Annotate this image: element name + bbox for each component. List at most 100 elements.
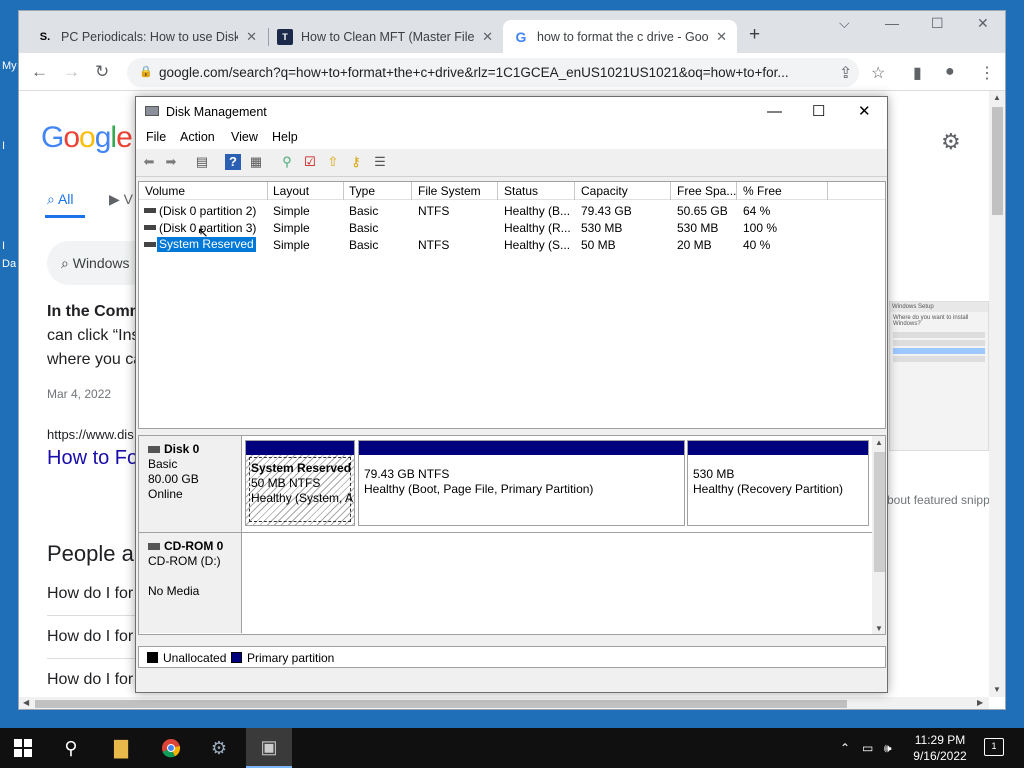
close-tab-icon[interactable]: ✕ bbox=[482, 29, 493, 45]
network-icon[interactable]: ▭ bbox=[862, 728, 873, 768]
page-horizontal-scrollbar[interactable]: ◀ ▶ bbox=[19, 697, 989, 709]
close-tab-icon[interactable]: ✕ bbox=[246, 29, 257, 45]
address-bar[interactable]: 🔒 google.com/search?q=how+to+format+the+… bbox=[127, 58, 859, 87]
question-item[interactable]: How do I for bbox=[47, 628, 133, 646]
scroll-up-icon[interactable]: ▲ bbox=[875, 438, 883, 447]
minimize-button[interactable]: — bbox=[767, 97, 782, 127]
system-clock[interactable]: 11:29 PM 9/16/2022 bbox=[902, 732, 978, 764]
scroll-down-icon[interactable]: ▼ bbox=[993, 685, 1001, 694]
desktop-icon-label[interactable]: I bbox=[2, 240, 5, 252]
menu-file[interactable]: File bbox=[146, 130, 166, 144]
chrome-icon[interactable] bbox=[148, 728, 194, 768]
cdrom-0-label[interactable]: CD-ROM 0 CD-ROM (D:) No Media bbox=[139, 533, 242, 633]
partition-boot[interactable]: 79.43 GB NTFS Healthy (Boot, Page File, … bbox=[358, 440, 685, 526]
settings-gear-icon[interactable]: ⚙ bbox=[941, 129, 961, 155]
result-link[interactable]: How to Fo bbox=[47, 447, 138, 470]
scrollbar-thumb[interactable] bbox=[992, 107, 1003, 215]
volume-row[interactable]: (Disk 0 partition 2) Simple Basic NTFS H… bbox=[139, 202, 885, 219]
column-header[interactable]: Layout bbox=[273, 184, 309, 198]
column-header[interactable]: File System bbox=[418, 184, 481, 198]
browser-tab[interactable]: T How to Clean MFT (Master File T ✕ bbox=[267, 20, 503, 53]
column-divider[interactable] bbox=[670, 182, 671, 200]
share-icon[interactable]: ⇪ bbox=[839, 63, 852, 83]
column-divider[interactable] bbox=[736, 182, 737, 200]
about-featured-snippets-link[interactable]: bout featured snipp bbox=[887, 493, 989, 507]
desktop-icon-label[interactable]: Da bbox=[2, 258, 16, 270]
featured-snippet-image[interactable]: Windows Setup Where do you want to insta… bbox=[889, 301, 989, 451]
partition-recovery[interactable]: 530 MB Healthy (Recovery Partition) bbox=[687, 440, 869, 526]
maximize-button[interactable]: ☐ bbox=[931, 15, 944, 32]
disk-0-label[interactable]: Disk 0 Basic 80.00 GB Online bbox=[139, 436, 242, 532]
tab-videos[interactable]: ▶ V bbox=[109, 191, 133, 208]
question-item[interactable]: How do I for bbox=[47, 585, 133, 603]
column-header[interactable]: Type bbox=[349, 184, 375, 198]
search-icon[interactable]: ⚲ bbox=[48, 728, 94, 768]
desktop-icon-label[interactable]: I bbox=[2, 140, 5, 152]
close-button[interactable]: ✕ bbox=[858, 97, 871, 127]
browser-tab-active[interactable]: G how to format the c drive - Goo ✕ bbox=[503, 20, 737, 53]
column-header[interactable]: Volume bbox=[145, 184, 185, 198]
new-tab-button[interactable]: + bbox=[749, 24, 760, 46]
reload-icon[interactable]: ↻ bbox=[95, 62, 109, 82]
title-bar[interactable]: Disk Management — ☐ ✕ bbox=[136, 97, 887, 127]
minimize-button[interactable]: — bbox=[885, 15, 899, 31]
question-item[interactable]: How do I for bbox=[47, 671, 133, 689]
start-button[interactable] bbox=[0, 728, 46, 768]
close-tab-icon[interactable]: ✕ bbox=[716, 29, 727, 45]
close-window-button[interactable]: ✕ bbox=[977, 15, 989, 32]
scroll-left-icon[interactable]: ◀ bbox=[23, 698, 29, 707]
tab-search-icon[interactable]: ⌵ bbox=[839, 15, 850, 32]
scrollbar-thumb[interactable] bbox=[35, 700, 847, 708]
partition-system-reserved[interactable]: System Reserved 50 MB NTFS Healthy (Syst… bbox=[245, 440, 355, 526]
tab-all[interactable]: ⌕ All bbox=[45, 191, 85, 218]
side-panel-icon[interactable]: ▮ bbox=[913, 63, 922, 83]
google-logo[interactable]: Google bbox=[41, 121, 133, 155]
control-panel-icon[interactable]: ⚙ bbox=[196, 728, 242, 768]
volume-row[interactable]: (Disk 0 partition 3) Simple Basic Health… bbox=[139, 219, 885, 236]
back-icon[interactable]: ← bbox=[31, 62, 48, 82]
scrollbar-thumb[interactable] bbox=[874, 452, 885, 572]
column-divider[interactable] bbox=[574, 182, 575, 200]
column-header[interactable]: % Free bbox=[743, 184, 782, 198]
help-icon[interactable]: ? bbox=[225, 154, 241, 170]
notifications-icon[interactable]: 1 bbox=[984, 738, 1004, 756]
folder-search-icon[interactable]: ⚷ bbox=[348, 154, 364, 170]
graphical-view-scrollbar[interactable]: ▲ ▼ bbox=[872, 436, 885, 634]
disk-management-taskbar-icon[interactable]: ▣ bbox=[246, 728, 292, 768]
profile-avatar-icon[interactable]: ● bbox=[945, 63, 955, 81]
scroll-down-icon[interactable]: ▼ bbox=[875, 624, 883, 633]
show-hide-console-tree-icon[interactable]: ▤ bbox=[194, 154, 210, 170]
column-divider[interactable] bbox=[411, 182, 412, 200]
page-vertical-scrollbar[interactable]: ▲ ▼ bbox=[989, 91, 1005, 697]
back-icon[interactable]: ⬅ bbox=[141, 154, 157, 170]
menu-action[interactable]: Action bbox=[180, 130, 215, 144]
volume-row-selected[interactable]: System Reserved Simple Basic NTFS Health… bbox=[139, 236, 885, 253]
forward-icon[interactable]: ➡ bbox=[163, 154, 179, 170]
column-header[interactable]: Free Spa... bbox=[677, 184, 736, 198]
column-header[interactable]: Status bbox=[504, 184, 538, 198]
folder-up-icon[interactable]: ⇧ bbox=[325, 154, 341, 170]
column-header[interactable]: Capacity bbox=[581, 184, 628, 198]
show-hidden-icons-icon[interactable]: ⌃ bbox=[840, 728, 850, 768]
column-divider[interactable] bbox=[267, 182, 268, 200]
scroll-up-icon[interactable]: ▲ bbox=[993, 93, 1001, 102]
desktop-icon-label[interactable]: My bbox=[2, 60, 17, 72]
properties-icon[interactable]: ▦ bbox=[248, 154, 264, 170]
menu-help[interactable]: Help bbox=[272, 130, 298, 144]
maximize-button[interactable]: ☐ bbox=[812, 97, 825, 127]
list-view-icon[interactable]: ☰ bbox=[372, 154, 388, 170]
scroll-right-icon[interactable]: ▶ bbox=[977, 698, 983, 707]
browser-tab[interactable]: S. PC Periodicals: How to use DiskP ✕ bbox=[27, 20, 267, 53]
menu-view[interactable]: View bbox=[231, 130, 258, 144]
check-icon[interactable]: ☑ bbox=[302, 154, 318, 170]
connect-icon[interactable]: ⚲ bbox=[279, 154, 295, 170]
column-divider[interactable] bbox=[497, 182, 498, 200]
file-explorer-icon[interactable]: ▇ bbox=[98, 728, 144, 768]
column-divider[interactable] bbox=[343, 182, 344, 200]
menu-kebab-icon[interactable]: ⋮ bbox=[979, 63, 995, 83]
result-url[interactable]: https://www.dis bbox=[47, 427, 134, 442]
volume-icon[interactable]: 🕪 bbox=[884, 728, 892, 768]
bookmark-star-icon[interactable]: ☆ bbox=[871, 63, 885, 83]
forward-icon[interactable]: → bbox=[63, 62, 80, 82]
column-divider[interactable] bbox=[827, 182, 828, 200]
